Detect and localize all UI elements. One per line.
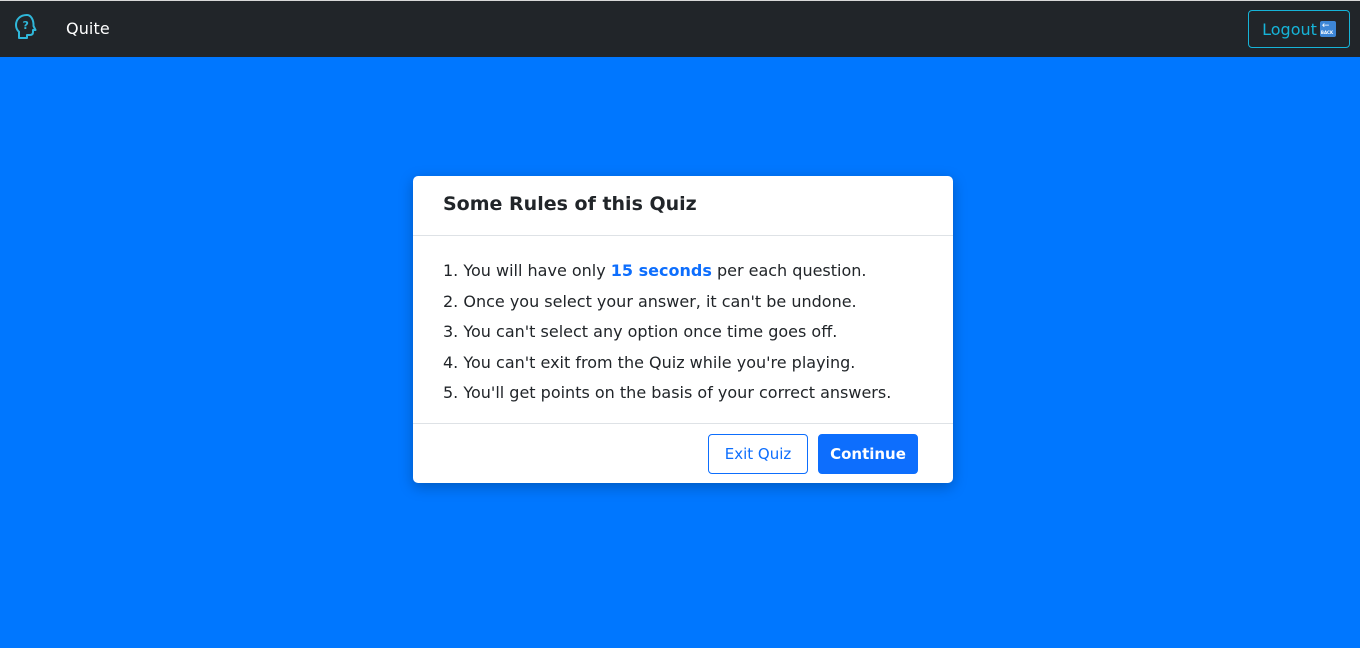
back-icon: ← BACK [1319,21,1336,37]
continue-button[interactable]: Continue [818,434,918,474]
back-icon-text: BACK [1320,30,1334,35]
rule-item: 2. Once you select your answer, it can't… [443,291,857,311]
modal-footer: Exit Quiz Continue [413,424,953,482]
rule-item: 4. You can't exit from the Quiz while yo… [443,352,856,372]
rule-text: 1. You will have only [443,261,611,280]
logout-label: Logout [1262,19,1317,39]
rules-modal: Some Rules of this Quiz 1. You will have… [413,176,953,483]
svg-text:?: ? [23,19,29,32]
rule-item: 1. You will have only 15 seconds per eac… [443,256,923,287]
rule-item: 5. You'll get points on the basis of you… [443,383,892,402]
modal-header: Some Rules of this Quiz [413,176,953,236]
rule-highlight: 15 seconds [610,261,712,280]
exit-quiz-button[interactable]: Exit Quiz [708,434,808,474]
brand-name[interactable]: Quite [66,19,110,38]
navbar: ? Quite Logout ← BACK [0,0,1360,57]
modal-title: Some Rules of this Quiz [443,193,697,215]
logout-button[interactable]: Logout ← BACK [1248,10,1350,48]
rule-text: per each question. [711,261,867,280]
rule-item: 3. You can't select any option once time… [443,322,838,341]
modal-body: 1. You will have only 15 seconds per eac… [413,236,953,424]
question-head-icon[interactable]: ? [13,13,41,41]
